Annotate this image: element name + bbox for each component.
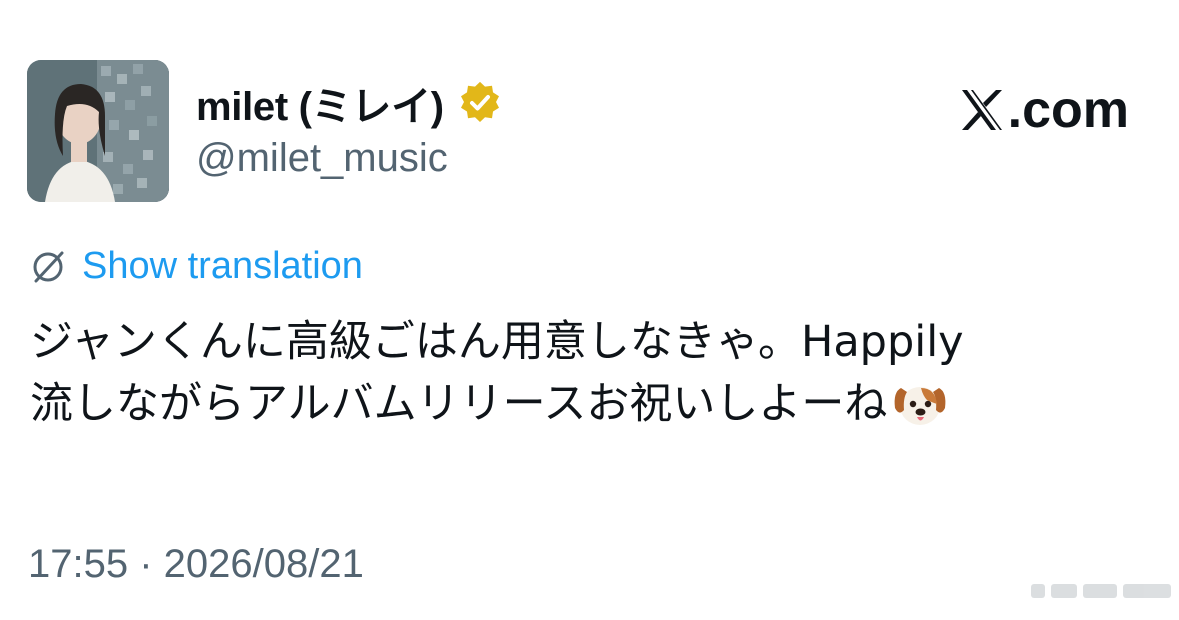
verified-badge-icon[interactable] [458,81,502,125]
tweet-timestamp[interactable]: 17:55 · 2026/08/21 [28,542,364,587]
tweet-line-text: 流しながらアルバムリリースお祝いしよーね [30,379,888,429]
author-name-row[interactable]: milet (ミレイ) [196,78,502,129]
site-mark: .com [958,80,1129,140]
tweet-line-text: ジャンくんに高級ごはん用意しなきゃ。Happily [30,317,964,367]
tweet-line: ジャンくんに高級ごはん用意しなきゃ。Happily [30,311,1130,373]
display-name[interactable]: milet (ミレイ) [196,74,444,132]
globe-translate-icon [30,249,66,285]
tweet-text: ジャンくんに高級ごはん用意しなきゃ。Happily 流しながらアルバムリリースお… [30,311,1130,435]
x-logo-icon [958,86,1006,134]
translation-row[interactable]: Show translation [30,245,363,288]
site-domain: .com [1007,81,1129,139]
watermark-mark [1051,584,1077,598]
author-handle[interactable]: @milet_music [196,136,448,181]
tweet-line: 流しながらアルバムリリースお祝いしよーね [30,373,1130,435]
show-translation-link[interactable]: Show translation [82,245,363,288]
avatar-image [27,60,169,202]
watermark-mark [1123,584,1171,598]
avatar[interactable] [27,60,169,202]
dog-face-emoji-icon [891,378,949,430]
watermark [1031,584,1171,598]
watermark-mark [1083,584,1117,598]
watermark-mark [1031,584,1045,598]
